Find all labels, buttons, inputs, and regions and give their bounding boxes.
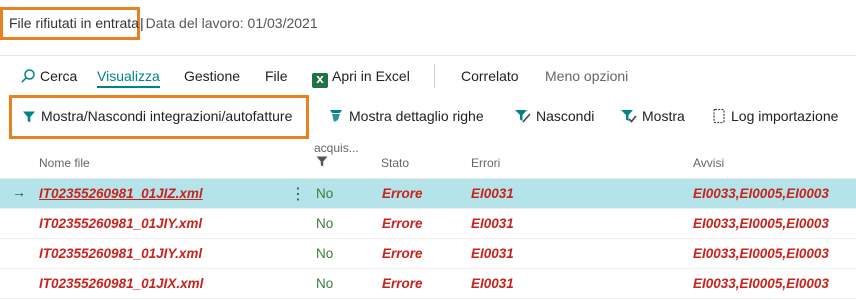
status-value: Errore — [382, 276, 423, 291]
column-header-status[interactable]: Stato — [381, 156, 409, 170]
warnings-value: EI0033,EI0005,EI0003 — [693, 276, 829, 291]
file-name-link[interactable]: IT02355260981_01JIZ.xml — [39, 186, 203, 201]
sub-action-bar: Mostra/Nascondi integrazioni/autofatture… — [0, 96, 856, 140]
toggle-integrations-button[interactable]: Mostra/Nascondi integrazioni/autofatture — [22, 108, 292, 124]
tab-related[interactable]: Correlato — [461, 68, 519, 84]
errors-value: EI0031 — [471, 186, 514, 201]
row-arrow-icon: → — [12, 184, 26, 200]
open-in-excel-button[interactable]: X Apri in Excel — [312, 68, 410, 88]
errors-value: EI0031 — [471, 216, 514, 231]
table-row[interactable]: IT02355260981_01JIY.xml No Errore EI0031… — [0, 209, 856, 239]
show-label: Mostra — [642, 108, 685, 124]
errors-value: EI0031 — [471, 276, 514, 291]
filter-show-icon — [621, 110, 637, 123]
table-row[interactable]: IT02355260981_01JIY.xml No Errore EI0031… — [0, 239, 856, 269]
log-icon — [713, 108, 725, 124]
acquired-value: No — [316, 216, 334, 231]
row-menu-icon[interactable]: ⋮ — [290, 184, 306, 204]
filter-icon — [23, 111, 35, 123]
work-date: Data del lavoro: 01/03/2021 — [145, 15, 318, 31]
title-separator: | — [139, 15, 144, 31]
acquired-value: No — [316, 186, 334, 201]
toggle-integrations-label: Mostra/Nascondi integrazioni/autofatture — [41, 108, 293, 124]
column-filter-icon — [316, 156, 328, 167]
show-button[interactable]: Mostra — [620, 108, 685, 124]
warnings-value: EI0033,EI0005,EI0003 — [693, 186, 829, 201]
hide-button[interactable]: Nascondi — [514, 108, 594, 124]
page-title: File rifiutati in entrata — [9, 15, 139, 31]
errors-value: EI0031 — [471, 246, 514, 261]
import-log-button[interactable]: Log importazione — [712, 108, 838, 124]
page-header: File rifiutati in entrata| Data del lavor… — [0, 0, 856, 52]
filter-edit-icon — [330, 110, 342, 122]
action-bar-divider — [434, 64, 435, 88]
column-header-acquired[interactable]: acquis... — [314, 141, 359, 155]
status-value: Errore — [382, 186, 423, 201]
page-title-line: File rifiutati in entrata| Data del lavor… — [9, 15, 318, 31]
warnings-value: EI0033,EI0005,EI0003 — [693, 216, 829, 231]
file-name[interactable]: IT02355260981_01JIX.xml — [39, 276, 203, 291]
tab-file[interactable]: File — [265, 68, 288, 84]
table-header: Nome file acquis... Stato Errori Avvisi — [0, 140, 856, 179]
open-in-excel-label: Apri in Excel — [332, 68, 410, 84]
acquired-value: No — [316, 276, 334, 291]
tab-manage[interactable]: Gestione — [184, 68, 240, 84]
file-name[interactable]: IT02355260981_01JIY.xml — [39, 216, 202, 231]
column-header-errors[interactable]: Errori — [471, 156, 500, 170]
column-header-file-name[interactable]: Nome file — [39, 156, 90, 170]
show-line-detail-label: Mostra dettaglio righe — [349, 108, 484, 124]
filter-hide-icon — [515, 110, 531, 123]
table-row[interactable]: IT02355260981_01JIX.xml No Errore EI0031… — [0, 269, 856, 299]
excel-icon: X — [312, 73, 328, 88]
tab-view[interactable]: Visualizza — [97, 68, 160, 88]
show-line-detail-button[interactable]: Mostra dettaglio righe — [328, 108, 484, 124]
hide-label: Nascondi — [536, 108, 595, 124]
status-value: Errore — [382, 216, 423, 231]
acquired-value: No — [316, 246, 334, 261]
search-button[interactable]: Cerca — [20, 68, 77, 84]
table-row[interactable]: → IT02355260981_01JIZ.xml ⋮ No Errore EI… — [0, 179, 856, 209]
warnings-value: EI0033,EI0005,EI0003 — [693, 246, 829, 261]
file-name[interactable]: IT02355260981_01JIY.xml — [39, 246, 202, 261]
status-value: Errore — [382, 246, 423, 261]
import-log-label: Log importazione — [731, 108, 839, 124]
action-bar: Cerca Visualizza Gestione File X Apri in … — [0, 55, 856, 96]
search-label: Cerca — [40, 68, 78, 84]
column-header-warnings[interactable]: Avvisi — [693, 156, 724, 170]
fewer-options-button[interactable]: Meno opzioni — [545, 68, 628, 84]
files-table: Nome file acquis... Stato Errori Avvisi … — [0, 140, 856, 299]
search-icon — [21, 69, 35, 83]
